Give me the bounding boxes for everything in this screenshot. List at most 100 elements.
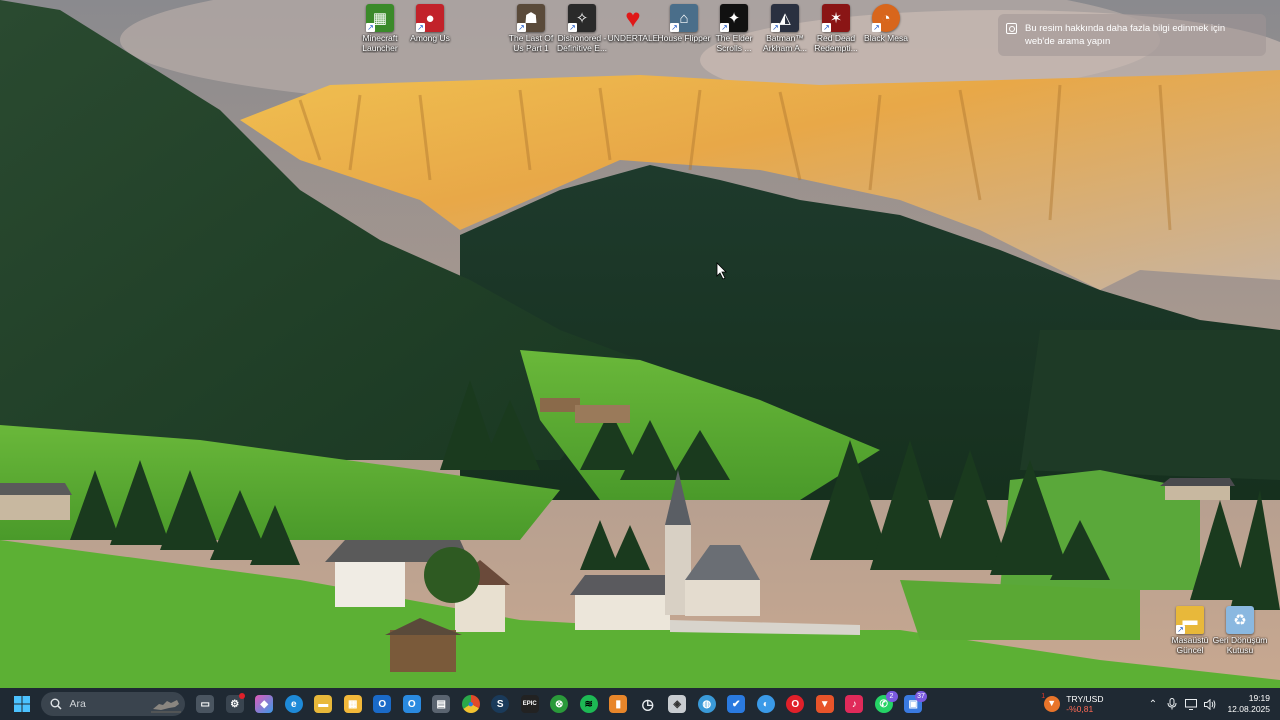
globe-app-icon: ◍ (697, 695, 716, 713)
taskbar-app-xbox[interactable]: ⊗ (545, 690, 575, 718)
taskbar-app-blue-circle[interactable]: ◐ (751, 690, 781, 718)
opera-icon: O (786, 695, 805, 713)
app-badge: 37 (915, 691, 927, 702)
desktop-icon-black-mesa[interactable]: ◔ ↗ Black Mesa (858, 4, 914, 44)
taskbar-app-chrome[interactable]: ● (456, 690, 486, 718)
shield-app-icon: ◈ (668, 695, 687, 713)
taskbar-search-box[interactable]: Ara (40, 692, 185, 716)
edge-icon: e (284, 695, 303, 713)
blue-circle-app-icon: ◐ (756, 695, 775, 713)
volume-button[interactable] (1200, 694, 1219, 714)
last-of-us-icon: ☗ ↗ (517, 4, 545, 32)
xbox-icon: ⊗ (550, 695, 569, 713)
taskbar-app-opera[interactable]: O (781, 690, 811, 718)
windows-logo-icon (13, 696, 30, 712)
taskbar: Ara ▭ ⚙ ◆ e ▬ ▦ O O ▤ ● S EPIC ⊗ ≋ ▮ ◷ ◈… (0, 688, 1280, 720)
search-icon (50, 698, 62, 710)
learn-about-picture-text: Bu resim hakkında daha fazla bilgi edinm… (1025, 23, 1226, 47)
desktop-icon-among-us[interactable]: ● ↗ Among Us (402, 4, 458, 44)
taskbar-clock[interactable]: 19:19 12.08.2025 (1227, 693, 1270, 715)
currency-widget[interactable]: 1 TRY/USD -%0,81 (1041, 693, 1103, 714)
tiktok-icon: ♪ (845, 695, 864, 713)
steam-icon: S (491, 695, 510, 713)
desktop-icon-label: Dishonored - Definitive E... (556, 34, 608, 53)
currency-badge: 1 (1041, 693, 1046, 700)
copilot-icon: ◆ (255, 695, 274, 713)
calculator-icon: ▤ (432, 695, 451, 713)
todo-icon: ✔ (727, 695, 746, 713)
taskbar-app-steam-helper[interactable]: ⚙ (220, 690, 250, 718)
currency-change: -%0,81 (1066, 704, 1094, 714)
taskbar-app-outlook-new[interactable]: O (397, 690, 427, 718)
among-us-icon: ● ↗ (416, 4, 444, 32)
desktop-icon-label: Masaüstü Güncel (1171, 636, 1209, 655)
batman-icon: ◭ ↗ (771, 4, 799, 32)
desktop-icon-red-dead[interactable]: ✶ ↗ Red Dead Redempti... (808, 4, 864, 53)
desktop-icon-label: Batman™ Arkham A... (763, 34, 807, 53)
microphone-button[interactable] (1162, 694, 1181, 714)
taskbar-app-edge[interactable]: e (279, 690, 309, 718)
taskbar-app-spotify[interactable]: ≋ (574, 690, 604, 718)
taskbar-app-calculator[interactable]: ▤ (427, 690, 457, 718)
taskbar-app-orange[interactable]: ▮ (604, 690, 634, 718)
taskbar-app-badge-37[interactable]: ▣ 37 (899, 690, 929, 718)
taskbar-app-tiktok[interactable]: ♪ (840, 690, 870, 718)
desktop-icon-masaustu-guncel[interactable]: ▬ ↗ Masaüstü Güncel (1162, 606, 1218, 655)
minecraft-icon: ▦ ↗ (366, 4, 394, 32)
folder-icon: ▬ ↗ (1176, 606, 1204, 634)
desktop-icon-last-of-us[interactable]: ☗ ↗ The Last Of Us Part 1 (503, 4, 559, 53)
microphone-icon (1167, 698, 1177, 710)
desktop-icon-label: UNDERTALE (607, 34, 659, 43)
learn-about-picture-bubble[interactable]: Bu resim hakkında daha fazla bilgi edinm… (998, 14, 1266, 56)
epic-games-icon: EPIC (520, 695, 539, 713)
system-tray: 1 TRY/USD -%0,81 ⌃ 19:19 (1041, 688, 1280, 720)
taskbar-app-microsoft-store[interactable]: ▦ (338, 690, 368, 718)
start-button[interactable] (7, 690, 37, 718)
desktop-icon-undertale[interactable]: ♥ UNDERTALE (605, 3, 661, 44)
desktop-icon-label: Black Mesa (864, 34, 908, 43)
camera-search-icon (1006, 23, 1017, 34)
desktop-icon-elder-scrolls[interactable]: ✦ ↗ The Elder Scrolls ... (706, 4, 762, 53)
taskbar-app-epic-games[interactable]: EPIC (515, 690, 545, 718)
dishonored-icon: ✧ ↗ (568, 4, 596, 32)
elder-scrolls-icon: ✦ ↗ (720, 4, 748, 32)
chevron-up-icon: ⌃ (1148, 698, 1158, 710)
taskbar-app-steam[interactable]: S (486, 690, 516, 718)
taskbar-app-clock[interactable]: ◷ (633, 690, 663, 718)
desktop-icon-dishonored[interactable]: ✧ ↗ Dishonored - Definitive E... (554, 4, 610, 53)
desktop-icon-recycle-bin[interactable]: ♻ Geri Dönüşüm Kutusu (1212, 606, 1268, 655)
desktop-icon-label: Geri Dönüşüm Kutusu (1212, 636, 1268, 655)
taskbar-app-globe[interactable]: ◍ (692, 690, 722, 718)
desktop-icon-label: Minecraft Launcher (362, 34, 398, 53)
currency-down-icon: 1 (1041, 693, 1061, 712)
taskbar-app-task-view[interactable]: ▭ (191, 690, 221, 718)
taskbar-app-file-explorer[interactable]: ▬ (309, 690, 339, 718)
black-mesa-icon: ◔ ↗ (872, 4, 900, 32)
show-hidden-icons-button[interactable]: ⌃ (1143, 694, 1162, 714)
desktop-icon-minecraft[interactable]: ▦ ↗ Minecraft Launcher (352, 4, 408, 53)
desktop-icon-label: Red Dead Redempti... (814, 34, 858, 53)
spotify-icon: ≋ (579, 695, 598, 713)
taskbar-app-brave[interactable]: ▼ (810, 690, 840, 718)
network-display-button[interactable] (1181, 694, 1200, 714)
task-view-icon: ▭ (196, 695, 215, 713)
clock-time: 19:19 (1248, 693, 1270, 703)
orange-app-icon: ▮ (609, 695, 628, 713)
chrome-icon: ● (461, 695, 480, 713)
desktop-icon-label: House Flipper (657, 34, 711, 43)
file-explorer-icon: ▬ (314, 695, 333, 713)
desktop-icon-label: The Last Of Us Part 1 (508, 34, 554, 53)
speaker-icon (1203, 698, 1216, 710)
taskbar-app-todo[interactable]: ✔ (722, 690, 752, 718)
desktop-icon-label: The Elder Scrolls ... (715, 34, 753, 53)
taskbar-app-whatsapp[interactable]: ✆ 2 (869, 690, 899, 718)
outlook-new-icon: O (402, 695, 421, 713)
taskbar-app-shield[interactable]: ◈ (663, 690, 693, 718)
desktop-icon-batman[interactable]: ◭ ↗ Batman™ Arkham A... (757, 4, 813, 53)
desktop-icon-house-flipper[interactable]: ⌂ ↗ House Flipper (656, 4, 712, 44)
red-dead-icon: ✶ ↗ (822, 4, 850, 32)
clock-app-icon: ◷ (641, 695, 654, 712)
brave-icon: ▼ (815, 695, 834, 713)
taskbar-app-copilot[interactable]: ◆ (250, 690, 280, 718)
taskbar-app-outlook[interactable]: O (368, 690, 398, 718)
